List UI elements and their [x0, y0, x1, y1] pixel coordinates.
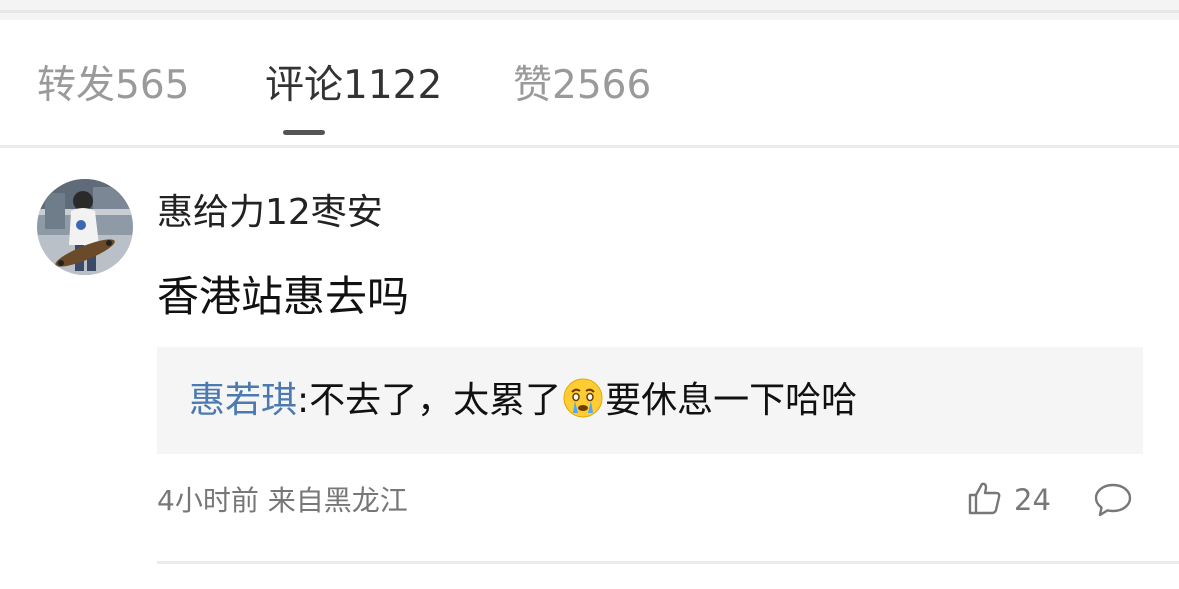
- top-strip: [0, 0, 1179, 20]
- active-tab-indicator: [283, 130, 325, 135]
- like-button[interactable]: 24: [966, 480, 1051, 520]
- comment-text: 香港站惠去吗: [157, 272, 410, 321]
- reply-text-after-emoji: 要休息一下哈哈: [605, 380, 858, 421]
- avatar[interactable]: [37, 179, 133, 275]
- tab-reposts[interactable]: 转发565: [37, 62, 189, 110]
- comment-bubble-icon: [1093, 483, 1133, 523]
- reply-author[interactable]: 惠若琪: [189, 380, 297, 421]
- comment-meta: 4小时前 来自黑龙江: [157, 484, 408, 517]
- reply-separator: :: [297, 380, 310, 421]
- crying-face-emoji-icon: [562, 377, 604, 419]
- tabs-divider: [0, 145, 1179, 148]
- tab-comments[interactable]: 评论1122: [265, 62, 442, 110]
- reply-box[interactable]: 惠若琪:不去了，太累了 要休息一下哈哈: [157, 347, 1143, 454]
- tab-bar: 转发565 评论1122 赞2566: [0, 20, 1179, 146]
- like-count: 24: [1014, 483, 1051, 517]
- comment-button[interactable]: [1093, 481, 1133, 519]
- tab-likes[interactable]: 赞2566: [513, 62, 651, 110]
- reply-text-before-emoji: 不去了，太累了: [309, 380, 562, 421]
- top-strip-line: [0, 10, 1179, 13]
- comment-username[interactable]: 惠给力12枣安: [157, 190, 383, 236]
- bottom-divider: [157, 561, 1179, 564]
- thumbs-up-icon: [966, 480, 1002, 520]
- reply-line: 惠若琪:不去了，太累了 要休息一下哈哈: [189, 377, 857, 424]
- avatar-image: [37, 179, 133, 275]
